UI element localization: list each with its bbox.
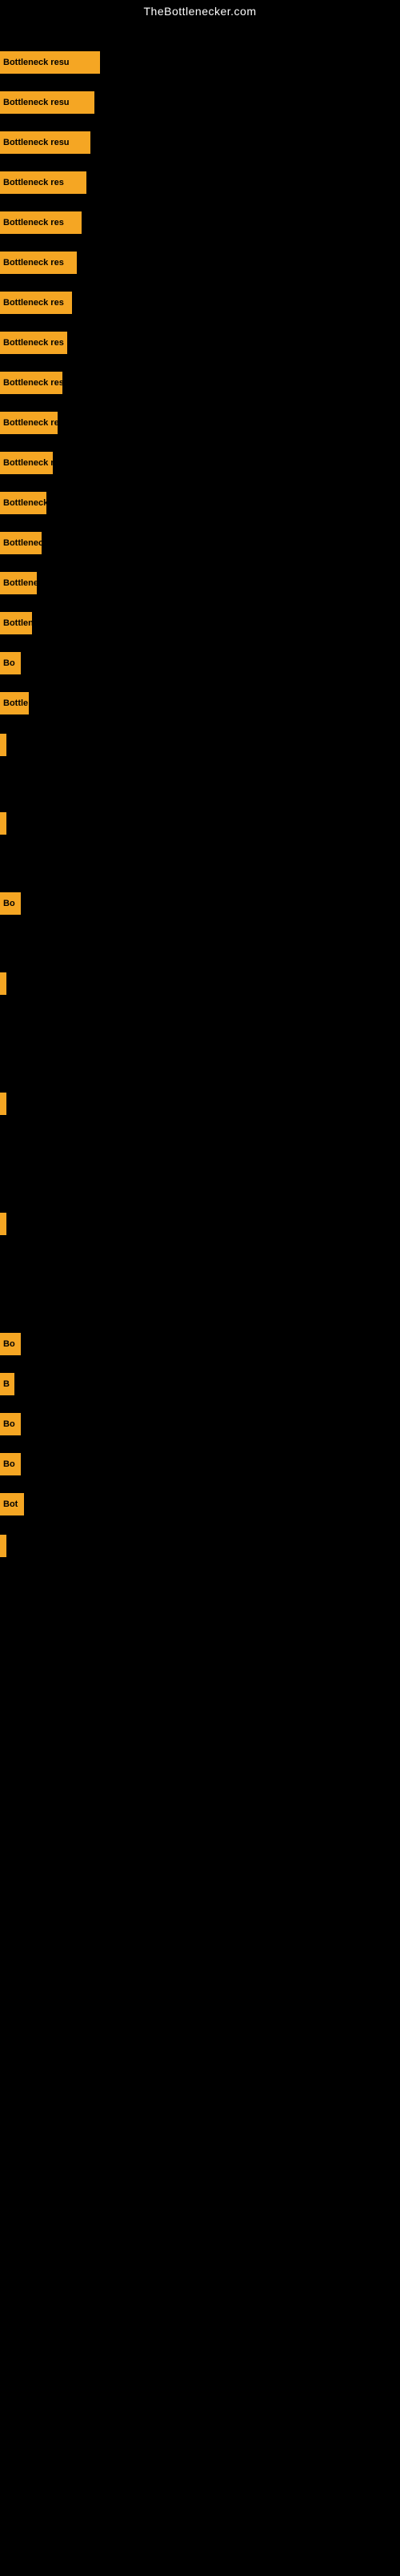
bar-label: Bot [0,1493,24,1515]
bar-label: Bo [0,1453,21,1475]
bar-label: Bottleneck re [0,452,53,474]
bar-row: Bottlen [0,612,32,634]
bar-label: Bottleneck res [0,292,72,314]
bar-label: Bo [0,892,21,915]
bar-label: Bottleneck r [0,572,37,594]
bar-row: Bottleneck r [0,572,37,594]
bar-row: Bo [0,892,21,915]
bar-row: Bottleneck res [0,252,77,274]
bar-label [0,1093,6,1115]
bar-row: Bottleneck res [0,412,58,434]
bar-row: Bo [0,1413,21,1435]
bar-label: Bo [0,1333,21,1355]
bar-label: Bo [0,652,21,674]
bar-row: Bottleneck res [0,292,72,314]
bar-label: Bottle [0,692,29,714]
bar-row [0,1093,6,1115]
bar-row: Bottleneck r [0,532,42,554]
site-title: TheBottlenecker.com [0,0,400,21]
bar-label [0,1213,6,1235]
bar-label: Bottleneck res [0,332,67,354]
bar-row: Bottleneck re [0,452,53,474]
bar-row [0,972,6,995]
bar-row: Bottleneck resu [0,51,100,74]
bar-label: Bottlen [0,612,32,634]
bar-label: Bo [0,1413,21,1435]
bar-row: Bot [0,1493,24,1515]
bar-row [0,812,6,835]
bar-label [0,734,6,756]
bar-label: Bottleneck r [0,532,42,554]
bar-label: Bottleneck res [0,211,82,234]
bar-row: Bottleneck res [0,171,86,194]
bar-row: Bottleneck resu [0,91,94,114]
bar-label: Bottleneck resu [0,91,94,114]
bar-label: Bottleneck res [0,372,62,394]
bar-row: Bo [0,1453,21,1475]
bar-label: Bottleneck resu [0,51,100,74]
bar-label [0,972,6,995]
bar-row: Bottleneck res [0,332,67,354]
bar-row: Bottle [0,692,29,714]
bar-label [0,1535,6,1557]
bar-label: Bottleneck res [0,412,58,434]
bar-row: Bottleneck r [0,492,46,514]
bar-row [0,1213,6,1235]
bar-label: B [0,1373,14,1395]
bar-label: Bottleneck res [0,252,77,274]
bar-label: Bottleneck r [0,492,46,514]
bar-row: Bo [0,652,21,674]
bar-label [0,812,6,835]
bar-row: Bottleneck resu [0,131,90,154]
bar-label: Bottleneck res [0,171,86,194]
bar-row [0,1535,6,1557]
bar-row: Bo [0,1333,21,1355]
chart-area: Bottleneck resu Bottleneck resu Bottleneck… [0,37,400,2576]
bar-row: Bottleneck res [0,372,62,394]
bar-row: Bottleneck res [0,211,82,234]
bar-row [0,734,6,756]
bar-label: Bottleneck resu [0,131,90,154]
bar-row: B [0,1373,14,1395]
